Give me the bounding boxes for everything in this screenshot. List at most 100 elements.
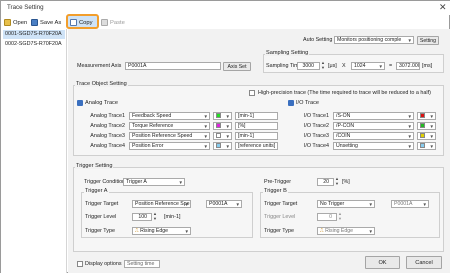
chevron-down-icon: ▼ [407,134,412,139]
analog-trace-label: Analog Trace2 [90,123,125,129]
trigger-conditions-select[interactable]: Trigger A ▼ [123,178,185,186]
pre-trigger-label: Pre-Trigger [264,179,292,185]
io-trace-label: I/O Trace3 [303,133,329,139]
stepper-icon[interactable]: ▲ ▼ [321,60,325,70]
io-trace-value: /P-CON [336,123,355,129]
window-title: Trace Setting [7,4,44,11]
trigger-a-type-value: Rising Edge [140,228,169,234]
open-button[interactable]: Open [4,17,27,28]
sampling-multiplier-select[interactable]: 1024 ▼ [351,62,385,70]
trigger-conditions-label: Trigger Conditions [84,179,128,185]
measurement-axis-field[interactable]: P0001A [125,62,221,70]
trigger-a-level-input[interactable]: 100 [132,213,152,221]
trigger-b-header: Trigger B [263,188,288,194]
io-trace-select[interactable]: Unsetting ▼ [333,142,414,150]
sampling-result: 3072.000 [396,62,420,70]
io-trace-select[interactable]: /S-ON ▼ [333,112,414,120]
cancel-button[interactable]: Cancel [406,256,442,269]
setting-time-field[interactable]: Setting time [124,260,160,268]
chevron-down-icon: ▼ [235,202,240,207]
io-trace-label: I/O Trace1 [303,113,329,119]
color-swatch [216,143,221,149]
high-precision-label: High-precision trace (The time required … [258,90,431,96]
io-color-select[interactable]: ▼ [417,122,436,130]
chevron-down-icon: ▼ [178,180,183,185]
sampling-multiplier-value: 1024 [354,63,366,69]
color-swatch [420,113,425,119]
open-label: Open [13,19,28,26]
display-options-checkbox[interactable] [77,261,83,267]
copy-button[interactable]: Copy [70,17,93,28]
trigger-a-target-select[interactable]: Position Reference Spe ▼ [132,200,191,208]
paste-button[interactable]: Paste [101,17,125,28]
color-swatch [216,123,221,129]
stepper-icon[interactable]: ▲ ▼ [338,211,342,221]
trigger-b-axis-value: P0001A [394,201,413,207]
io-trace-label: I/O Trace2 [303,123,329,129]
trigger-b-axis-select[interactable]: P0001A ▼ [391,200,429,208]
paste-icon [101,19,108,26]
io-color-select[interactable]: ▼ [417,142,436,150]
equals-sign: = [389,63,393,69]
device-item[interactable]: 0002-SGD7S-R70F20A [3,40,65,49]
analog-trace-value: Feedback Speed [132,113,172,119]
save-as-button[interactable]: Save As [31,17,61,28]
chevron-down-icon: ▼ [407,144,412,149]
high-precision-checkbox[interactable] [249,90,255,96]
paste-label: Paste [110,19,125,26]
auto-setting-select[interactable]: Monitors positioning comple ▼ [334,36,414,44]
io-trace-select[interactable]: /COIN ▼ [333,132,414,140]
io-trace-label: I/O Trace4 [303,143,329,149]
trigger-b-level-input[interactable]: 0 [317,213,337,221]
io-trace-value: /S-ON [336,113,351,119]
pre-trigger-input[interactable]: 20 [317,178,334,186]
chevron-down-icon: ▼ [368,202,373,207]
trigger-a-type-label: Trigger Type [85,228,115,234]
io-trace-select[interactable]: /P-CON ▼ [333,122,414,130]
analog-color-select[interactable]: ▼ [213,122,232,130]
analog-trace-value: Torque Reference [132,123,174,129]
folder-icon [4,19,11,26]
color-swatch [216,133,221,139]
device-item[interactable]: 0001-SGD7S-R70F20A [3,30,65,39]
analog-trace-label: Analog Trace4 [90,143,125,149]
analog-color-select[interactable]: ▼ [213,132,232,140]
auto-setting-value: Monitors positioning comple [337,37,402,43]
analog-unit-field: [min-1] [235,112,278,120]
measurement-axis-label: Measurement Axis [77,63,122,69]
copy-icon [70,19,77,26]
trigger-a-axis-select[interactable]: P0001A ▼ [206,200,242,208]
chevron-down-icon: ▼ [225,114,230,119]
close-icon[interactable]: ✕ [439,2,447,13]
analog-color-select[interactable]: ▼ [213,142,232,150]
chevron-down-icon: ▼ [429,134,434,139]
trigger-a-level-unit: [min-1] [164,214,181,220]
trigger-conditions-value: Trigger A [126,179,147,185]
stepper-icon[interactable]: ▲ ▼ [335,176,339,186]
sampling-time-input[interactable]: 3000 [297,62,320,70]
auto-setting-label: Auto Setting [303,37,333,43]
axis-set-button[interactable]: Axis Set [223,62,251,71]
chevron-down-icon: ▼ [225,144,230,149]
trigger-b-target-label: Trigger Target [264,201,298,207]
io-color-select[interactable]: ▼ [417,132,436,140]
stepper-icon[interactable]: ▲ ▼ [153,211,157,221]
trigger-a-target-label: Trigger Target [85,201,119,207]
analog-trace-select[interactable]: Torque Reference ▼ [129,122,210,130]
io-color-select[interactable]: ▼ [417,112,436,120]
analog-trace-select[interactable]: Feedback Speed ▼ [129,112,210,120]
trigger-setting-title: Trigger Setting [75,163,114,169]
analog-trace-select[interactable]: Position Error ▼ [129,142,210,150]
analog-color-select[interactable]: ▼ [213,112,232,120]
device-list: 0001-SGD7S-R70F20A 0002-SGD7S-R70F20A [1,29,67,273]
trigger-b-target-select[interactable]: No Trigger ▼ [317,200,375,208]
trigger-a-type-select[interactable]: ⎍ Rising Edge ▼ [132,227,191,235]
trigger-b-type-select[interactable]: ⎍ Rising Edge ▼ [317,227,375,235]
chevron-down-icon: ▼ [407,114,412,119]
analog-trace-select[interactable]: Position Reference Speed ▼ [129,132,210,140]
chevron-down-icon: ▼ [203,114,208,119]
ok-button[interactable]: OK [365,256,400,269]
title-bar [1,1,450,15]
chevron-down-icon: ▼ [378,64,383,69]
auto-setting-button[interactable]: Setting [417,36,439,45]
